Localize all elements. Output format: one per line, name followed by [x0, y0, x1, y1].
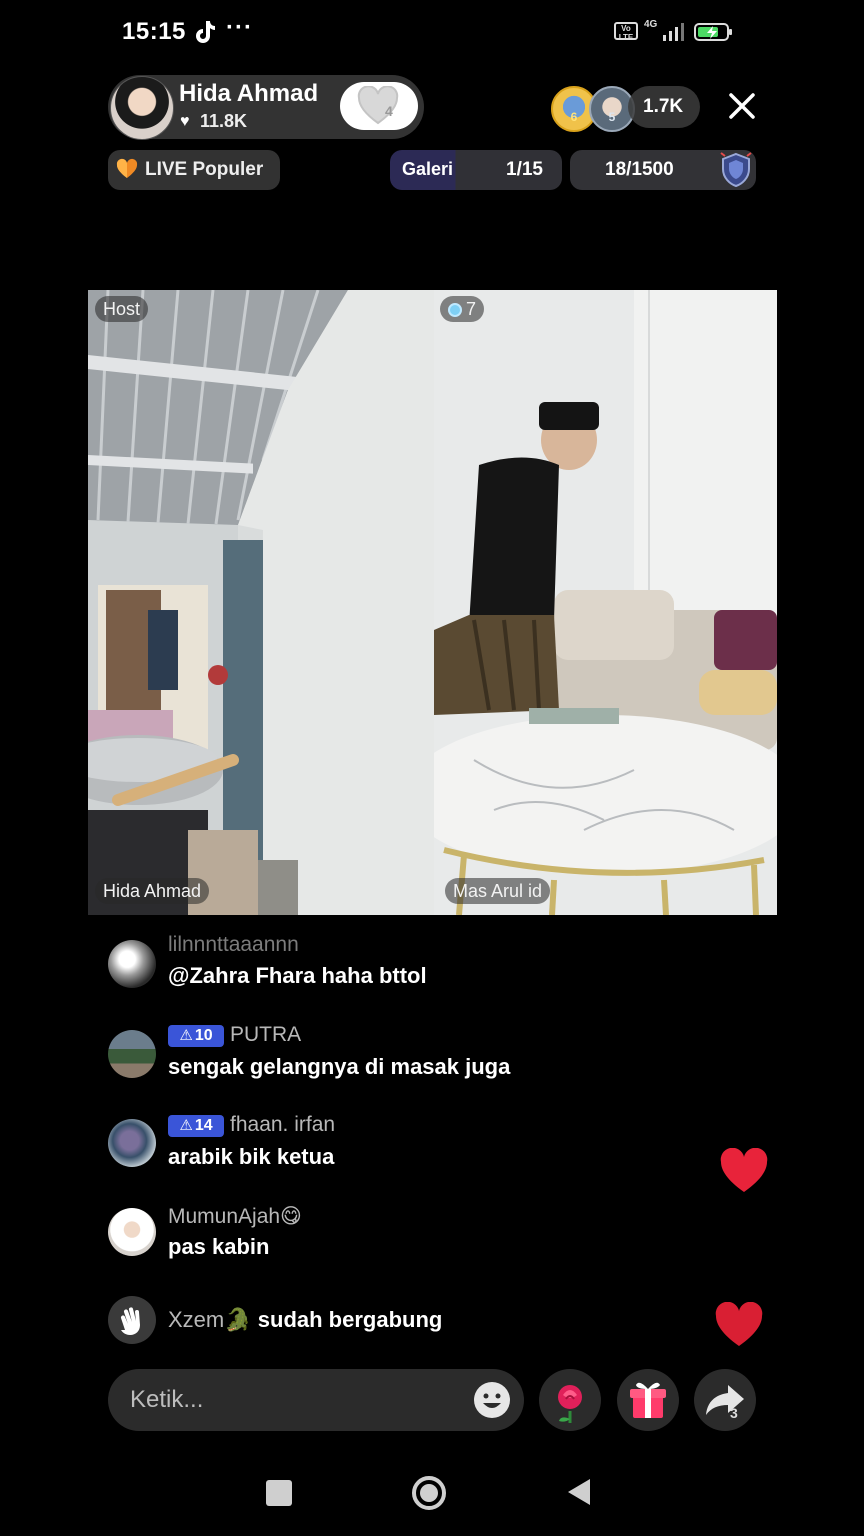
close-icon[interactable] — [728, 92, 756, 120]
comment-avatar[interactable] — [108, 1208, 156, 1256]
join-username[interactable]: Xzem🐊 — [168, 1307, 252, 1332]
wave-hand-icon — [120, 1307, 140, 1335]
gem-icon — [448, 303, 462, 317]
guest-video-name[interactable]: Mas Arul id — [445, 878, 551, 904]
likes-heart-icon: ♥ — [180, 113, 190, 130]
comment-avatar[interactable] — [108, 1119, 156, 1167]
viewer-rank-badge: 5 — [608, 110, 616, 124]
comment-input-placeholder: Ketik... — [130, 1386, 204, 1413]
gift-icon — [630, 1382, 666, 1418]
guest-video-scene — [434, 290, 777, 915]
guest-video-feed[interactable] — [434, 290, 777, 915]
network-type: 4G — [644, 19, 658, 30]
status-time: 15:15 — [122, 18, 186, 45]
signal-icon — [663, 23, 684, 41]
comment-avatar[interactable] — [108, 1030, 156, 1078]
tiktok-icon — [196, 21, 215, 43]
host-video-name[interactable]: Hida Ahmad — [95, 878, 210, 904]
recent-apps-button[interactable] — [266, 1480, 292, 1506]
share-count: 3 — [730, 1405, 738, 1421]
back-button[interactable] — [566, 1477, 592, 1507]
volte-icon: Vo LTE — [614, 22, 638, 42]
shield-icon — [720, 152, 752, 188]
host-name: Hida Ahmad — [179, 80, 319, 107]
comment-avatar[interactable] — [108, 940, 156, 988]
viewer-count: 1.7K — [643, 96, 684, 117]
join-notice: Xzem🐊 sudah bergabung — [168, 1307, 442, 1333]
more-status-icon: ··· — [226, 14, 253, 41]
join-text: sudah bergabung — [257, 1307, 443, 1332]
host-video-scene — [88, 290, 434, 915]
comment-text: @Zahra Fhara haha bttol — [168, 963, 427, 988]
comment-text: sengak gelangnya di masak juga — [168, 1054, 511, 1079]
host-video-feed[interactable] — [88, 290, 434, 915]
level-badge: ⚠ 14 — [168, 1115, 224, 1137]
level-badge: ⚠ 10 — [168, 1025, 224, 1047]
comment-text: arabik bik ketua — [168, 1144, 335, 1169]
follow-count: 4 — [385, 103, 393, 119]
emoji-icon[interactable] — [472, 1380, 512, 1420]
share-arrow-icon — [706, 1385, 744, 1415]
comment-user-line: ⚠ 10 PUTRA — [168, 1023, 301, 1047]
comment-text: pas kabin — [168, 1234, 270, 1259]
comment-username[interactable]: fhaan. irfan — [230, 1113, 335, 1136]
popular-heart-icon — [116, 158, 138, 178]
level-number: 10 — [194, 1027, 213, 1044]
floating-heart-icon — [720, 1148, 768, 1192]
live-popular-label: LIVE Populer — [145, 159, 264, 180]
rose-gift-button[interactable] — [539, 1369, 601, 1431]
wave-hand-avatar — [108, 1296, 156, 1344]
share-button[interactable] — [694, 1369, 756, 1431]
gallery-label: Galeri — [402, 159, 454, 179]
host-avatar[interactable] — [110, 76, 174, 140]
rose-icon — [558, 1385, 582, 1423]
comment-username[interactable]: MumunAjah😋 — [168, 1204, 302, 1229]
heart-outline-icon — [357, 86, 399, 125]
viewer-rank-badge: 6 — [570, 110, 578, 124]
host-likes-count: 11.8K — [200, 111, 248, 131]
gift-button[interactable] — [617, 1369, 679, 1431]
comment-user-line: ⚠ 14 fhaan. irfan — [168, 1113, 335, 1137]
floating-heart-icon — [715, 1302, 763, 1346]
home-button[interactable] — [410, 1474, 448, 1512]
level-number: 14 — [194, 1117, 213, 1134]
comment-username[interactable]: lilnnnttaaannn — [168, 933, 299, 957]
host-tag: Host — [95, 296, 149, 322]
guest-score: 7 — [466, 299, 477, 319]
rank-count: 18/1500 — [605, 159, 674, 180]
guest-score-badge: 7 — [440, 296, 485, 322]
gallery-count: 1/15 — [506, 159, 543, 180]
battery-icon — [694, 23, 732, 41]
comment-username[interactable]: PUTRA — [230, 1023, 301, 1046]
